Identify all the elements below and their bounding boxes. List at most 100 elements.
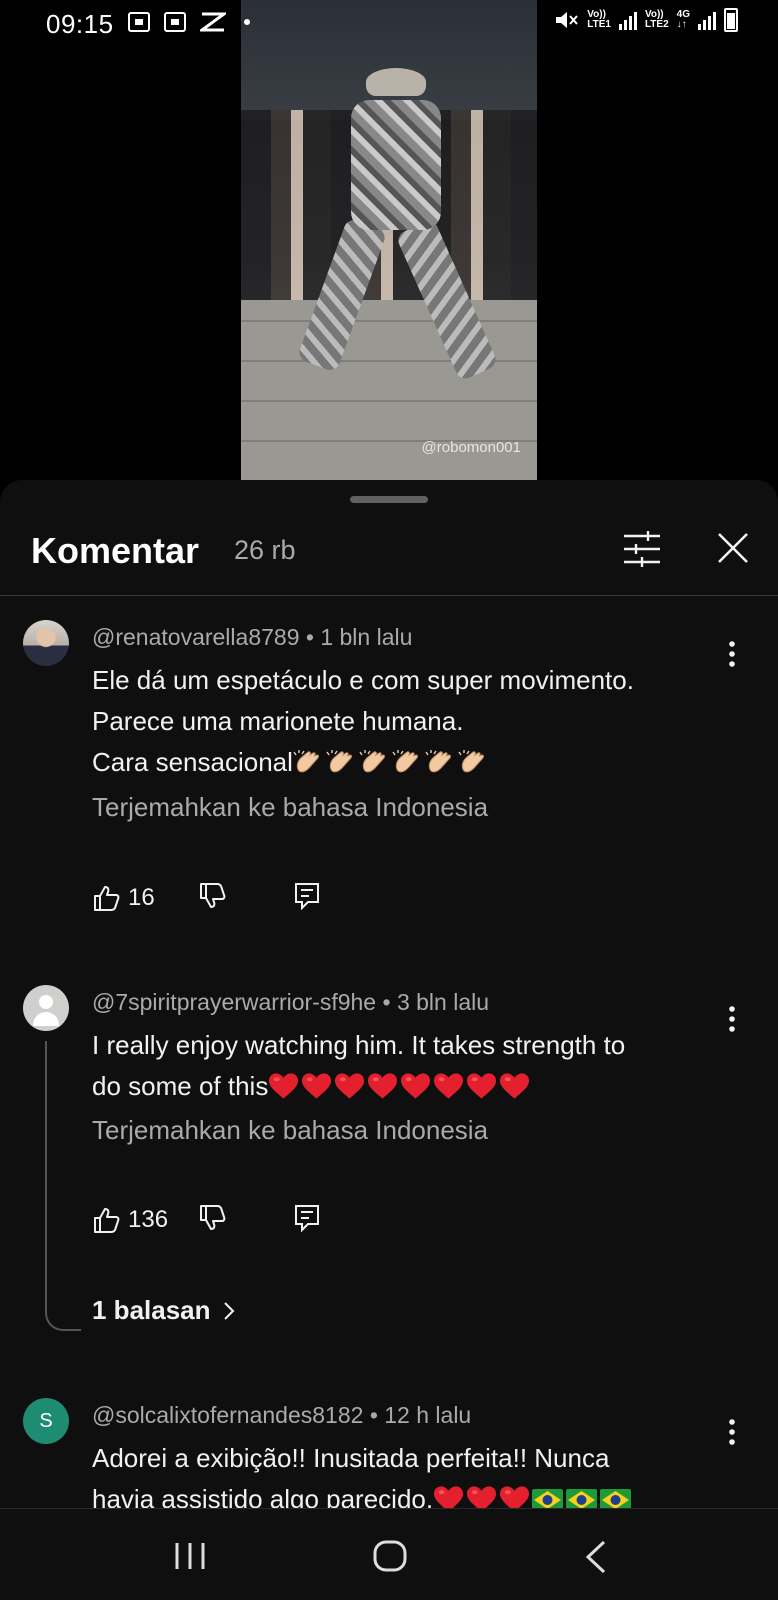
brazil-flag-emoji (532, 1489, 564, 1508)
comment-meta: @7spiritprayerwarrior-sf9he • 3 bln lalu (92, 989, 489, 1016)
thumb-down-icon[interactable] (198, 1204, 226, 1232)
dancer-hat (366, 68, 426, 96)
comment-text: Ele dá um espetáculo e com super movimen… (92, 660, 712, 783)
view-replies-button[interactable]: 1 balasan (92, 1295, 235, 1326)
red-heart-emoji (401, 1073, 431, 1099)
comment-actions: 136 (92, 1200, 319, 1240)
comment-line: I really enjoy watching him. It takes st… (92, 1030, 626, 1060)
comment-line: havia assistido algo parecido. (92, 1484, 434, 1508)
red-heart-emoji (434, 1486, 464, 1508)
clapping-hands-emoji (458, 750, 484, 773)
comment-item: @renatovarella8789 • 1 bln lalu Ele dá u… (0, 620, 778, 911)
red-heart-emoji (335, 1073, 365, 1099)
comment-item: S @solcalixtofernandes8182 • 12 h lalu A… (0, 1398, 778, 1508)
notification-dot (244, 19, 250, 25)
comment-line: Parece uma marionete humana. (92, 706, 464, 736)
like-count: 136 (128, 1206, 169, 1233)
comment-line-with-emoji: do some of this (92, 1066, 712, 1107)
comment-text: I really enjoy watching him. It takes st… (92, 1025, 712, 1107)
meta-separator: • (382, 989, 397, 1015)
translate-link[interactable]: Terjemahkan ke bahasa Indonesia (92, 792, 488, 823)
sim1-label: Vo)) LTE1 (587, 10, 611, 30)
dancer-body (351, 100, 441, 230)
comment-time: 3 bln lalu (396, 989, 490, 1015)
avatar[interactable]: S (23, 1398, 69, 1444)
reply-icon[interactable] (294, 882, 320, 910)
status-right: Vo)) LTE1 Vo)) LTE2 4G ↓↑ (553, 8, 738, 32)
video-watermark: @robomon001 (421, 439, 521, 456)
comment-time: 1 bln lalu (320, 624, 413, 650)
thumb-up-icon (94, 1208, 120, 1233)
translate-link[interactable]: Terjemahkan ke bahasa Indonesia (92, 1115, 488, 1146)
avatar[interactable] (23, 620, 69, 666)
data-arrows-icon: ↓↑ (676, 19, 687, 30)
comments-sheet: Komentar 26 rb @renatovarella8789 • 1 bl… (0, 480, 778, 1508)
thumb-up-icon (94, 886, 120, 911)
replies-count: 1 balasan (92, 1295, 211, 1325)
close-icon[interactable] (713, 528, 753, 568)
more-vert-icon[interactable] (728, 1418, 736, 1446)
reply-icon[interactable] (294, 1204, 320, 1232)
sim1-lte: LTE1 (587, 19, 611, 30)
sort-filter-icon[interactable] (622, 530, 662, 568)
mute-icon (556, 12, 578, 28)
more-vert-icon[interactable] (728, 1005, 736, 1033)
like-button[interactable]: 16 (92, 884, 155, 912)
avatar[interactable] (23, 985, 69, 1031)
network-type: 4G ↓↑ (677, 10, 690, 30)
chevron-right-icon (223, 1301, 234, 1320)
thumb-down-icon[interactable] (198, 882, 226, 910)
clapping-emoji-group (293, 747, 491, 777)
comment-meta: @solcalixtofernandes8182 • 12 h lalu (92, 1402, 471, 1429)
comments-title: Komentar (31, 530, 200, 571)
comment-line: do some of this (92, 1071, 269, 1101)
meta-separator: • (369, 1402, 385, 1428)
status-bar: 09:15 Vo)) LTE1 Vo)) LTE2 4G ↓↑ (0, 0, 778, 46)
comment-line: Cara sensacional (92, 747, 293, 777)
comment-line: Adorei a exibição!! Inusitada perfeita!!… (92, 1443, 610, 1473)
clapping-hands-emoji (425, 750, 451, 773)
comments-header: Komentar 26 rb (0, 480, 778, 596)
red-heart-emoji (434, 1073, 464, 1099)
screenshot-icon (128, 12, 150, 32)
comment-line-with-emoji: Cara sensacional (92, 742, 712, 783)
brazil-flag-emoji-group (532, 1484, 634, 1508)
video-player[interactable]: @robomon001 (241, 0, 537, 480)
red-heart-emoji (302, 1073, 332, 1099)
comment-line: Ele dá um espetáculo e com super movimen… (92, 665, 634, 695)
sim2-lte: LTE2 (644, 19, 669, 30)
red-heart-emoji (368, 1073, 398, 1099)
like-count: 16 (128, 884, 155, 911)
more-vert-icon[interactable] (728, 640, 736, 668)
back-icon[interactable] (582, 1539, 608, 1575)
clapping-hands-emoji (392, 750, 418, 773)
comment-meta: @renatovarella8789 • 1 bln lalu (92, 624, 412, 651)
signal2-icon (698, 10, 716, 30)
clapping-hands-emoji (359, 750, 385, 773)
comment-text: Adorei a exibição!! Inusitada perfeita!!… (92, 1438, 712, 1508)
comments-count: 26 rb (234, 535, 296, 565)
comment-author[interactable]: @7spiritprayerwarrior-sf9he (92, 989, 376, 1015)
comment-actions: 16 (92, 878, 319, 918)
status-left-icons (128, 12, 250, 32)
red-heart-emoji (269, 1073, 299, 1099)
comment-line-with-emoji: havia assistido algo parecido. (92, 1479, 712, 1508)
status-time: 09:15 (46, 9, 114, 39)
sim2-label: Vo)) LTE2 (645, 10, 669, 30)
clapping-hands-emoji (326, 750, 352, 773)
home-icon[interactable] (372, 1539, 408, 1573)
signal1-icon (618, 10, 637, 30)
heart-emoji-group (268, 1071, 532, 1101)
screen-capture-icon (164, 12, 186, 32)
clapping-hands-emoji (293, 750, 319, 773)
recent-apps-icon[interactable] (172, 1541, 208, 1571)
capcut-icon (200, 12, 226, 32)
meta-separator: • (305, 624, 321, 650)
navigation-bar (0, 1508, 778, 1600)
brazil-flag-emoji (600, 1489, 632, 1508)
comment-item: @7spiritprayerwarrior-sf9he • 3 bln lalu… (0, 985, 778, 1331)
thread-line (45, 1041, 81, 1331)
comment-author[interactable]: @solcalixtofernandes8182 (92, 1402, 363, 1428)
like-button[interactable]: 136 (92, 1206, 168, 1234)
comment-author[interactable]: @renatovarella8789 (92, 624, 299, 650)
